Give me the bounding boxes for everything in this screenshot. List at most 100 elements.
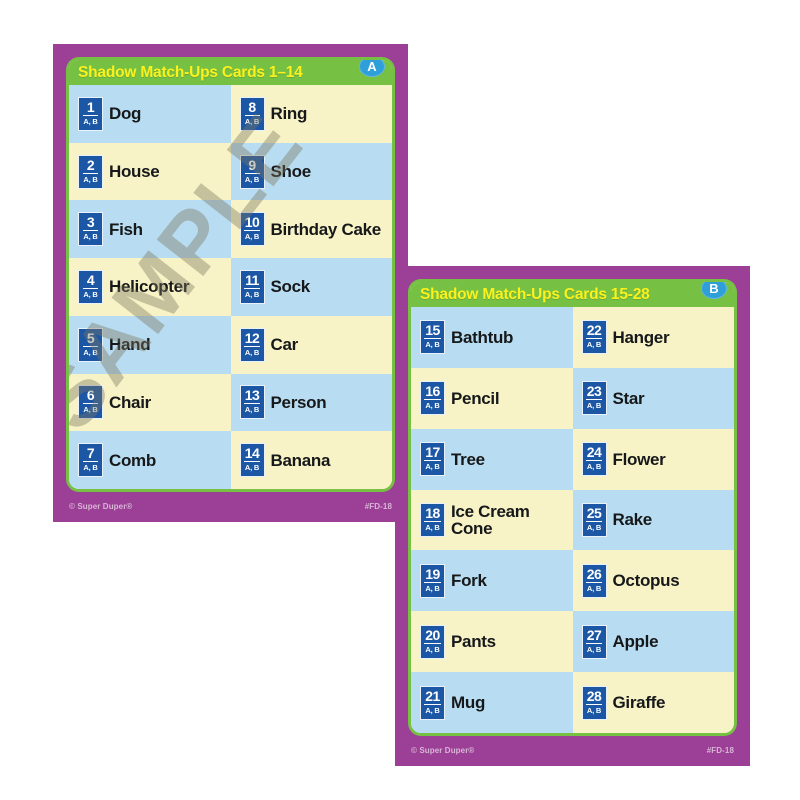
entry-number-badge: 10 A, B	[239, 212, 265, 247]
entry-cell[interactable]: 23 A, B Star	[572, 367, 734, 429]
entry-cell[interactable]: 27 A, B Apple	[572, 611, 734, 673]
entry-number-badge: 20 A, B	[420, 624, 445, 659]
entry-cell[interactable]: 19 A, B Fork	[411, 550, 573, 612]
entry-cell[interactable]: 26 A, B Octopus	[572, 550, 734, 612]
card-b-frame: Shadow Match-Ups Cards 15-28 B 15 A, B Bat…	[408, 279, 737, 736]
entry-number-badge: 25 A, B	[581, 502, 607, 537]
entry-number: 14	[243, 445, 261, 463]
entry-number: 4	[83, 273, 98, 289]
entry-badge-sublabel: A, B	[83, 116, 98, 126]
entry-number-badge: 28 A, B	[581, 685, 607, 720]
entry-number-badge: 16 A, B	[420, 381, 445, 416]
entry-badge-sublabel: A, B	[586, 340, 602, 350]
entry-cell[interactable]: 12 A, B Car	[230, 315, 392, 374]
entry-label: Star	[612, 388, 645, 408]
entry-number: 22	[585, 322, 603, 340]
entry-number-badge: 22 A, B	[581, 320, 607, 355]
entry-badge-sublabel: A, B	[83, 405, 98, 415]
entry-number-badge: 23 A, B	[581, 381, 607, 416]
entry-cell[interactable]: 4 A, B Helicopter	[69, 258, 231, 316]
entry-number: 8	[244, 100, 260, 116]
entry-number-badge: 11 A, B	[239, 269, 265, 304]
entry-cell[interactable]: 16 A, B Pencil	[411, 367, 573, 429]
entry-label: Hanger	[612, 327, 670, 347]
entry-number-badge: 26 A, B	[581, 563, 607, 598]
entry-label: Tree	[451, 449, 485, 469]
entry-badge-sublabel: A, B	[425, 705, 440, 715]
entry-number-badge: 4 A, B	[78, 269, 103, 304]
entry-number: 24	[585, 444, 603, 462]
entry-number: 27	[585, 626, 603, 644]
entry-cell[interactable]: 18 A, B Ice Cream Cone	[411, 489, 573, 551]
entry-cell[interactable]: 1 A, B Dog	[69, 85, 231, 143]
entry-number-badge: 18 A, B	[420, 502, 445, 537]
entry-label: Birthday Cake	[270, 219, 382, 239]
entry-cell[interactable]: 28 A, B Giraffe	[572, 672, 734, 733]
entry-badge-sublabel: A, B	[425, 522, 440, 532]
entry-label: Flower	[612, 449, 666, 469]
card-b-title: Shadow Match-Ups Cards 15-28	[420, 285, 650, 303]
entry-cell[interactable]: 8 A, B Ring	[230, 85, 392, 143]
entry-badge-sublabel: A, B	[586, 522, 602, 532]
entry-number: 17	[424, 444, 441, 462]
entry-number-badge: 6 A, B	[78, 385, 103, 420]
entry-badge-sublabel: A, B	[586, 462, 602, 472]
entry-label: Hand	[109, 335, 151, 355]
entry-badge-sublabel: A, B	[244, 347, 260, 357]
entry-cell[interactable]: 20 A, B Pants	[411, 611, 573, 673]
entry-number: 20	[424, 626, 441, 644]
entry-label: Dog	[109, 104, 142, 124]
card-b-body: Shadow Match-Ups Cards 15-28 B 15 A, B Bat…	[411, 282, 734, 733]
entry-cell[interactable]: 3 A, B Fish	[69, 200, 231, 259]
entry-label: Bathtub	[451, 327, 514, 347]
card-a-side-badge: A	[359, 60, 385, 77]
entry-badge-sublabel: A, B	[425, 462, 440, 472]
entry-cell[interactable]: 21 A, B Mug	[411, 672, 573, 733]
card-a-frame: Shadow Match-Ups Cards 1–14 A 1 A, B Dog 8 A…	[66, 57, 395, 492]
entry-label: Octopus	[612, 571, 680, 591]
entry-cell[interactable]: 25 A, B Rake	[572, 489, 734, 551]
entry-cell[interactable]: 11 A, B Sock	[230, 258, 392, 316]
shadow-match-ups-card-a[interactable]: Shadow Match-Ups Cards 1–14 A 1 A, B Dog 8 A…	[53, 44, 408, 522]
entry-number: 11	[244, 271, 260, 289]
entry-label: Sock	[270, 277, 311, 297]
entry-cell[interactable]: 22 A, B Hanger	[572, 307, 734, 368]
entry-cell[interactable]: 24 A, B Flower	[572, 428, 734, 490]
card-a-title: Shadow Match-Ups Cards 1–14	[78, 63, 303, 81]
entry-number: 1	[83, 100, 98, 116]
entry-cell[interactable]: 6 A, B Chair	[69, 373, 231, 432]
entry-cell[interactable]: 7 A, B Comb	[69, 431, 231, 489]
entry-cell[interactable]: 14 A, B Banana	[230, 431, 392, 489]
entry-cell[interactable]: 13 A, B Person	[230, 373, 392, 432]
entry-label: Comb	[109, 450, 156, 470]
entry-badge-sublabel: A, B	[425, 583, 440, 593]
entry-cell[interactable]: 15 A, B Bathtub	[411, 307, 573, 368]
entry-badge-sublabel: A, B	[83, 347, 98, 357]
entry-label: Pants	[451, 632, 496, 652]
entry-number: 21	[424, 687, 441, 705]
shadow-match-ups-card-b[interactable]: Shadow Match-Ups Cards 15-28 B 15 A, B Bat…	[395, 266, 750, 766]
entry-label: Person	[270, 392, 327, 412]
entry-number-badge: 8 A, B	[239, 96, 265, 131]
entry-badge-sublabel: A, B	[425, 401, 440, 411]
entry-number: 7	[83, 446, 98, 463]
entry-cell[interactable]: 17 A, B Tree	[411, 428, 573, 490]
entry-cell[interactable]: 10 A, B Birthday Cake	[230, 200, 392, 259]
entry-label: Ice Cream Cone	[451, 501, 530, 538]
entry-number: 2	[83, 158, 98, 174]
entry-label: Fork	[451, 571, 487, 591]
card-b-product-code: #FD-18	[706, 745, 734, 755]
entry-number-badge: 14 A, B	[239, 443, 265, 478]
entry-cell[interactable]: 2 A, B House	[69, 142, 231, 201]
entry-number: 16	[424, 383, 441, 401]
entry-number: 12	[243, 329, 261, 347]
entry-cell[interactable]: 9 A, B Shoe	[230, 142, 392, 201]
entry-badge-sublabel: A, B	[586, 583, 602, 593]
entry-label: Mug	[451, 693, 486, 713]
entry-number-badge: 27 A, B	[581, 624, 607, 659]
entry-label: Fish	[109, 219, 143, 239]
entry-cell[interactable]: 5 A, B Hand	[69, 315, 231, 374]
entry-number: 25	[585, 504, 603, 522]
entry-label: Shoe	[270, 162, 312, 182]
entry-number: 9	[244, 158, 260, 174]
